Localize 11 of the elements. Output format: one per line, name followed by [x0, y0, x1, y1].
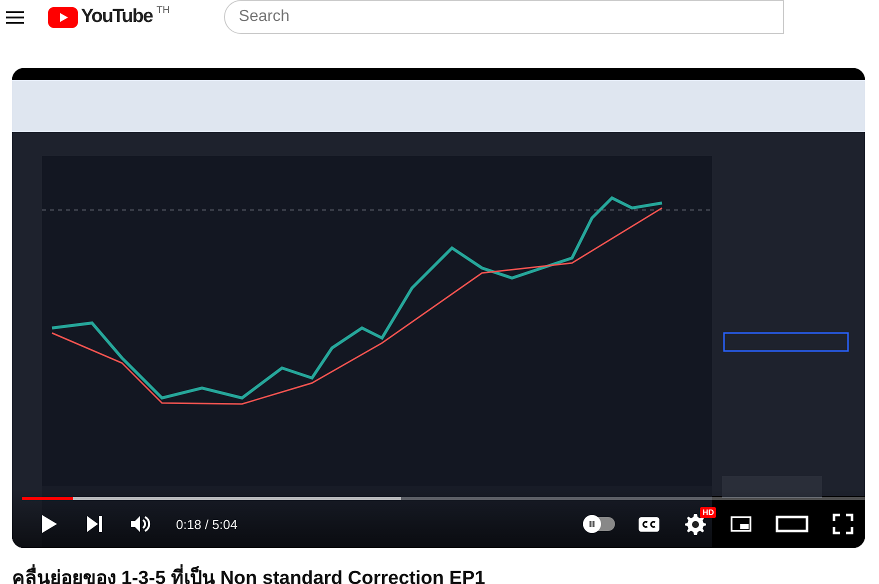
menu-icon[interactable] [6, 10, 24, 24]
autoplay-toggle[interactable] [583, 517, 615, 531]
country-code: TH [156, 6, 170, 16]
quality-badge: HD [700, 507, 716, 518]
play-logo-icon [48, 6, 78, 28]
progress-track[interactable] [22, 497, 865, 500]
pause-icon [587, 519, 597, 529]
logo-text[interactable]: YouTube [81, 6, 152, 28]
search-field[interactable]: Search [224, 0, 784, 34]
fullscreen-icon[interactable] [831, 512, 855, 536]
time-display: 0:18 / 5:04 [176, 516, 238, 532]
